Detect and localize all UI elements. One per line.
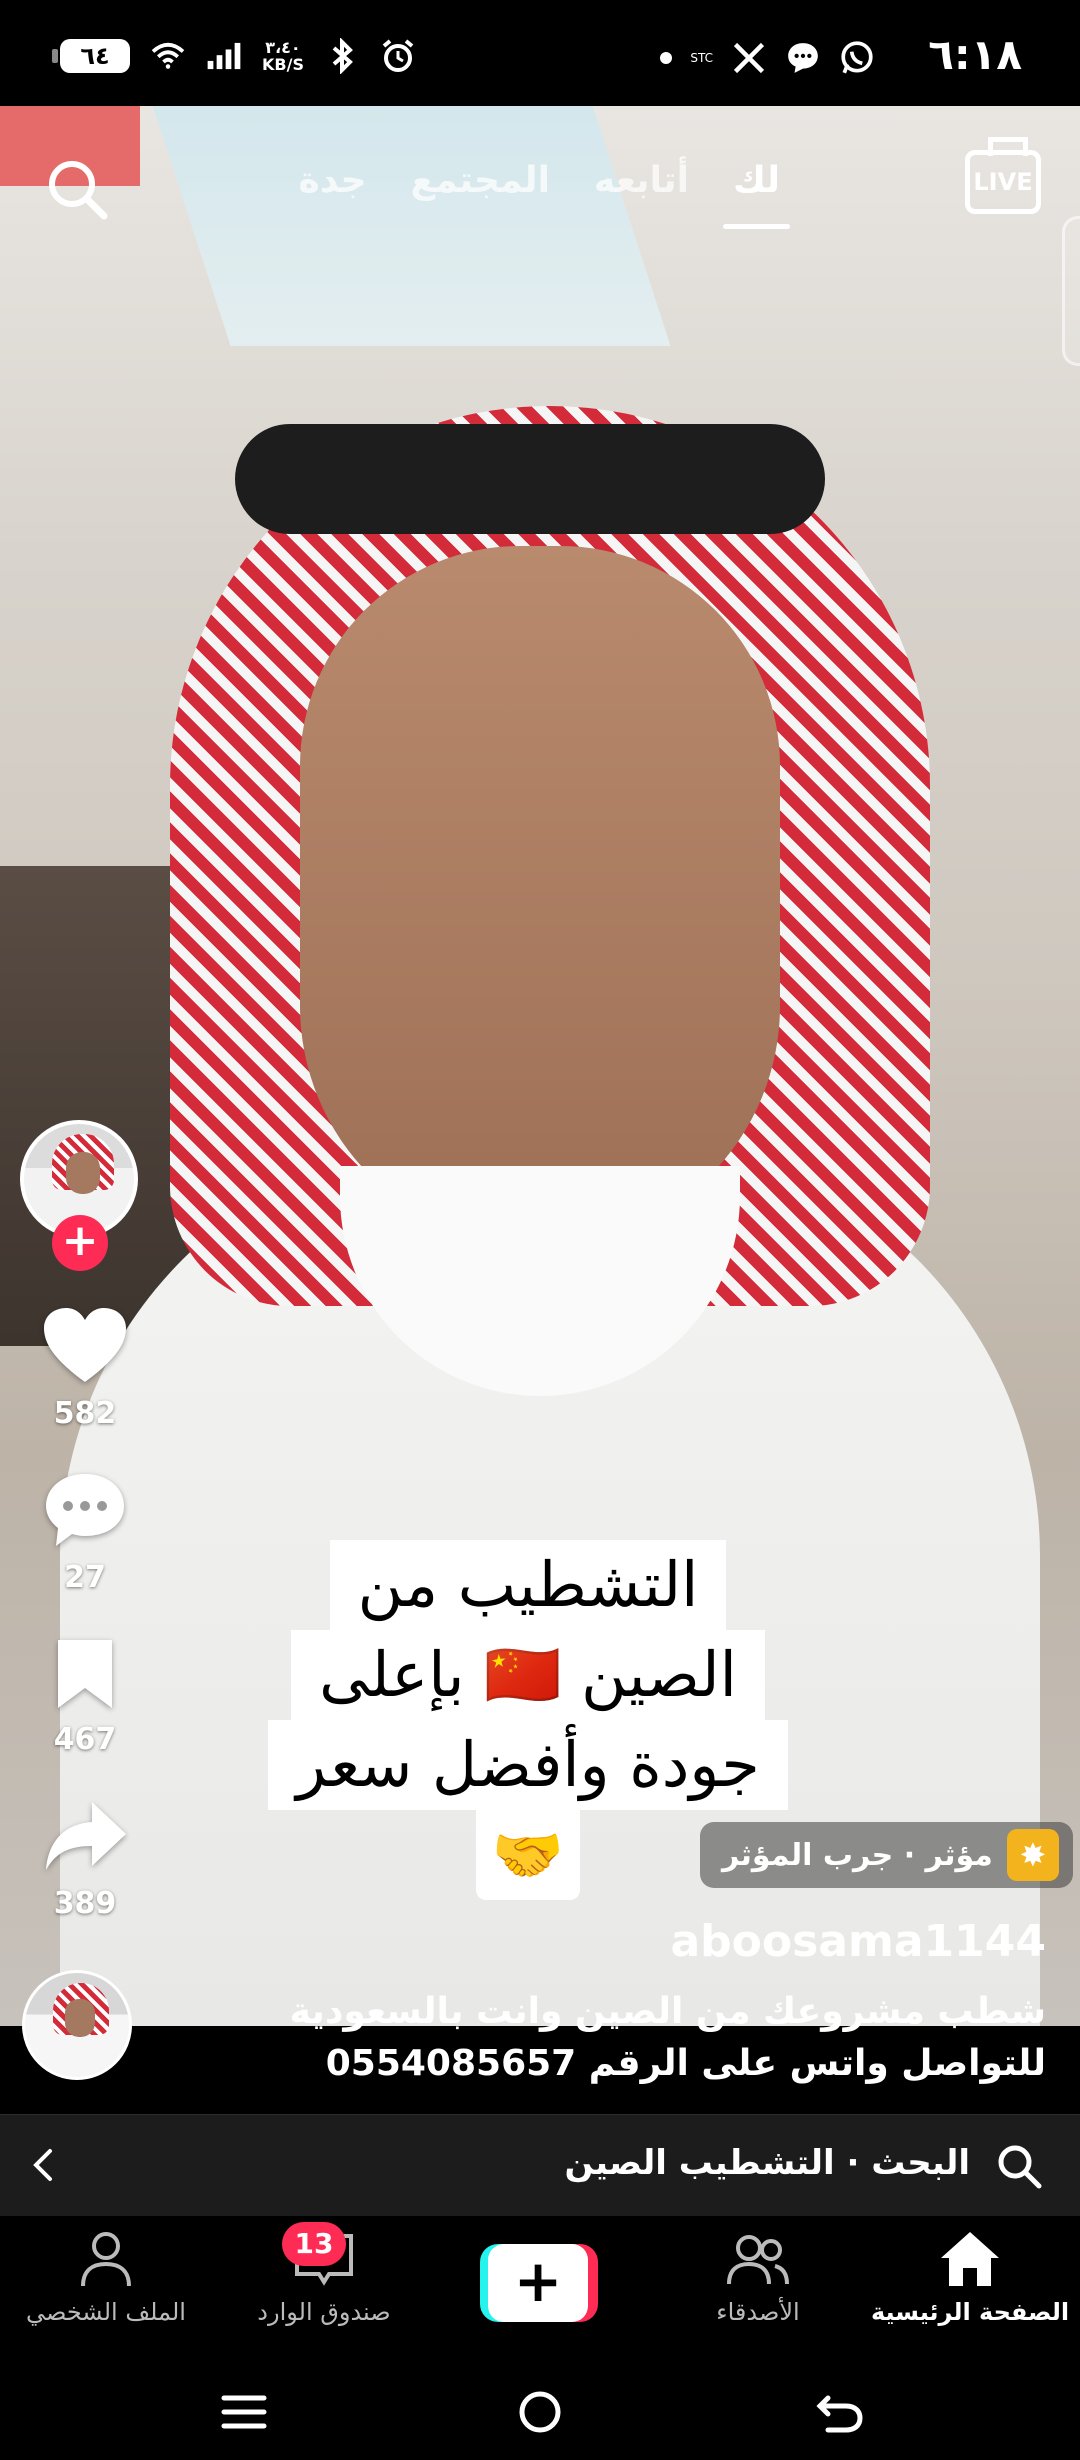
back-icon[interactable] xyxy=(810,2386,870,2438)
friends-icon xyxy=(727,2235,789,2285)
bookmark-icon xyxy=(58,1640,112,1708)
nav-home[interactable]: الصفحة الرئيسية xyxy=(870,2228,1070,2326)
related-search-bar[interactable]: البحث · التشطيب الصين xyxy=(0,2114,1080,2216)
related-search-text: البحث · التشطيب الصين xyxy=(564,2143,970,2183)
share-arrow-icon xyxy=(46,1802,126,1870)
heart-icon xyxy=(44,1308,126,1382)
status-bar: ٦٤ ٣،٤٠ KB/S STC ٦:١٨ xyxy=(0,0,1080,106)
nav-inbox[interactable]: 13 صندوق الوارد xyxy=(224,2222,424,2326)
comment-button[interactable]: 27 xyxy=(20,1470,150,1595)
net-speed: ٣،٤٠ KB/S xyxy=(262,38,304,74)
chevron-left-icon xyxy=(33,2149,52,2181)
status-right-icons: STC xyxy=(660,40,875,76)
bottom-nav: الصفحة الرئيسية الأصدقاء + 13 صندوق الوا… xyxy=(0,2216,1080,2364)
home-circle-icon[interactable] xyxy=(510,2386,570,2438)
like-count: 582 xyxy=(53,1396,117,1431)
clock: ٦:١٨ xyxy=(928,30,1022,79)
tab-community[interactable]: المجتمع xyxy=(411,160,550,201)
bluetooth-icon xyxy=(332,38,353,74)
create-button[interactable]: + xyxy=(480,2244,598,2322)
share-button[interactable]: 389 xyxy=(20,1796,150,1921)
caption-line-3: جودة وأفضل سعر xyxy=(268,1720,788,1810)
follow-button[interactable]: + xyxy=(52,1215,108,1271)
disc-face xyxy=(65,1999,95,2037)
carrier-label: STC xyxy=(690,51,713,65)
alarm-icon xyxy=(382,39,414,72)
effect-label: مؤثر · جرب المؤثر xyxy=(722,1837,993,1873)
status-left-icons: ٦٤ ٣،٤٠ KB/S xyxy=(52,38,416,74)
notification-dot-icon xyxy=(660,52,673,64)
avatar-face xyxy=(66,1152,100,1194)
battery-indicator: ٦٤ xyxy=(52,39,130,73)
live-button[interactable]: LIVE xyxy=(965,150,1041,214)
system-nav-bar xyxy=(0,2364,1080,2460)
caption-line-1: التشطيب من xyxy=(329,1540,727,1630)
handshake-emoji: 🤝 xyxy=(476,1810,580,1900)
messages-icon xyxy=(788,43,818,73)
person-face xyxy=(300,546,780,1246)
tab-jeddah[interactable]: جدة xyxy=(299,160,367,201)
effect-pill[interactable]: ✸ مؤثر · جرب المؤثر xyxy=(700,1822,1073,1888)
x-app-icon xyxy=(733,42,765,74)
plus-icon: + xyxy=(488,2244,588,2322)
whatsapp-icon xyxy=(841,41,873,74)
person-agal xyxy=(235,424,825,534)
side-panel-handle[interactable] xyxy=(1062,216,1080,366)
home-icon xyxy=(941,2232,999,2286)
bookmark-button[interactable]: 467 xyxy=(20,1636,150,1757)
bookmark-count: 467 xyxy=(53,1722,117,1757)
profile-icon xyxy=(81,2232,131,2287)
comment-count: 27 xyxy=(64,1560,106,1595)
signal-icon xyxy=(207,42,241,70)
caption-line-2: الصين 🇨🇳 بإعلى xyxy=(291,1630,765,1720)
nav-profile[interactable]: الملف الشخصي xyxy=(6,2228,206,2326)
feed-tabs: جدة المجتمع أتابعه لك xyxy=(299,160,791,229)
search-icon[interactable] xyxy=(42,154,112,224)
like-button[interactable]: 582 xyxy=(20,1306,150,1431)
music-disc-avatar[interactable] xyxy=(22,1970,132,2080)
effect-sparkle-icon: ✸ xyxy=(1006,1829,1059,1881)
top-nav: LIVE جدة المجتمع أتابعه لك xyxy=(0,140,1080,260)
post-description[interactable]: شطب مشروعك من الصين وانت بالسعودية للتوا… xyxy=(186,1986,1046,2090)
action-rail: + 582 27 467 389 xyxy=(20,1120,150,1921)
inbox-badge: 13 xyxy=(282,2222,346,2266)
tab-following[interactable]: أتابعه xyxy=(594,160,689,201)
search-icon xyxy=(998,2145,1042,2189)
post-username[interactable]: aboosama1144 xyxy=(670,1916,1046,1967)
recent-apps-icon[interactable] xyxy=(214,2386,274,2438)
wifi-icon xyxy=(151,42,185,69)
tab-for-you[interactable]: لك xyxy=(722,160,791,229)
nav-friends[interactable]: الأصدقاء xyxy=(658,2228,858,2326)
share-count: 389 xyxy=(53,1886,117,1921)
comment-icon xyxy=(46,1474,124,1546)
